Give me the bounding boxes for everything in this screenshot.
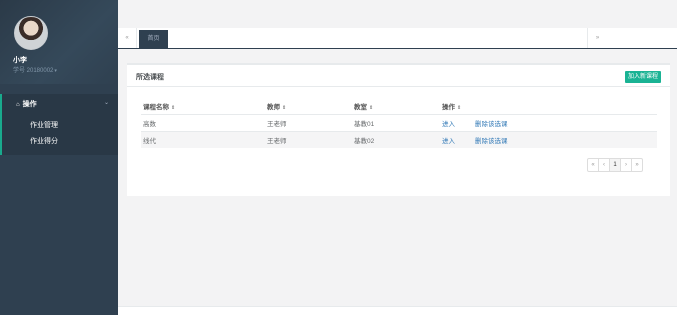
cell-course: 高数 bbox=[141, 113, 267, 131]
column-header-spacer bbox=[475, 98, 657, 115]
user-id-label: 学号 20180002 bbox=[13, 68, 54, 74]
column-header-room[interactable]: 教室 ⇕ bbox=[354, 98, 442, 115]
table-row: 高数 王老师 基教01 进入 删除该选课 bbox=[141, 113, 657, 131]
course-table: 课程名称 ⇕ 教师 ⇕ 教室 ⇕ 操作 ⇕ 高数 王老师 基教01 进入 删除该选课 线… bbox=[141, 98, 657, 148]
tab-scroll-right-button[interactable]: » bbox=[587, 28, 607, 48]
cell-teacher: 王老师 bbox=[267, 113, 354, 131]
nav-section-operations: ⌂ 操作 ⌄ 作业管理 作业得分 bbox=[0, 94, 118, 155]
table-header-row: 课程名称 ⇕ 教师 ⇕ 教室 ⇕ 操作 ⇕ bbox=[141, 98, 657, 115]
sort-icon: ⇕ bbox=[457, 104, 462, 111]
cell-course: 线代 bbox=[141, 130, 267, 148]
tab-bar: « 首页 » bbox=[118, 28, 677, 49]
profile-header: 小李 学号 20180002▾ bbox=[0, 0, 118, 84]
user-name: 小李 bbox=[13, 57, 27, 64]
pagination: « ‹ 1 › » bbox=[587, 158, 643, 172]
sort-icon: ⇕ bbox=[282, 104, 287, 111]
sidebar: 小李 学号 20180002▾ ⌂ 操作 ⌄ 作业管理 作业得分 bbox=[0, 0, 118, 315]
footer bbox=[118, 306, 677, 315]
user-id-dropdown[interactable]: 学号 20180002▾ bbox=[13, 65, 57, 74]
tab-home[interactable]: 首页 bbox=[139, 30, 168, 48]
delete-course-link[interactable]: 删除该选课 bbox=[475, 121, 508, 128]
avatar[interactable] bbox=[14, 16, 48, 50]
column-header-actions[interactable]: 操作 ⇕ bbox=[442, 98, 475, 115]
panel-header: 所选课程 加入新课程 bbox=[127, 65, 670, 87]
column-header-teacher[interactable]: 教师 ⇕ bbox=[267, 98, 354, 115]
course-panel: 所选课程 加入新课程 课程名称 ⇕ 教师 ⇕ 教室 ⇕ 操作 ⇕ 高数 王老师 基教01… bbox=[127, 63, 670, 196]
caret-down-icon: ▾ bbox=[54, 68, 57, 74]
chevron-down-icon[interactable]: ⌄ bbox=[104, 99, 109, 106]
pagination-last-button[interactable]: » bbox=[631, 158, 643, 172]
sort-icon: ⇕ bbox=[171, 104, 176, 111]
tab-scroll-left-button[interactable]: « bbox=[118, 28, 137, 48]
delete-course-link[interactable]: 删除该选课 bbox=[475, 138, 508, 145]
sidebar-item-homework-scores[interactable]: 作业得分 bbox=[30, 136, 58, 146]
panel-title: 所选课程 bbox=[136, 74, 164, 81]
nav-section-header[interactable]: ⌂ 操作 bbox=[16, 99, 37, 109]
nav-section-label: 操作 bbox=[22, 101, 37, 108]
cell-teacher: 王老师 bbox=[267, 130, 354, 148]
column-header-course[interactable]: 课程名称 ⇕ bbox=[141, 98, 267, 115]
enter-link[interactable]: 进入 bbox=[442, 121, 455, 128]
table-row: 线代 王老师 基教02 进入 删除该选课 bbox=[141, 130, 657, 148]
sidebar-item-homework-management[interactable]: 作业管理 bbox=[30, 120, 58, 130]
add-course-button[interactable]: 加入新课程 bbox=[625, 71, 662, 83]
cell-room: 基教02 bbox=[354, 130, 442, 148]
sort-icon: ⇕ bbox=[369, 104, 374, 111]
enter-link[interactable]: 进入 bbox=[442, 138, 455, 145]
home-icon: ⌂ bbox=[16, 102, 20, 108]
cell-room: 基教01 bbox=[354, 113, 442, 131]
